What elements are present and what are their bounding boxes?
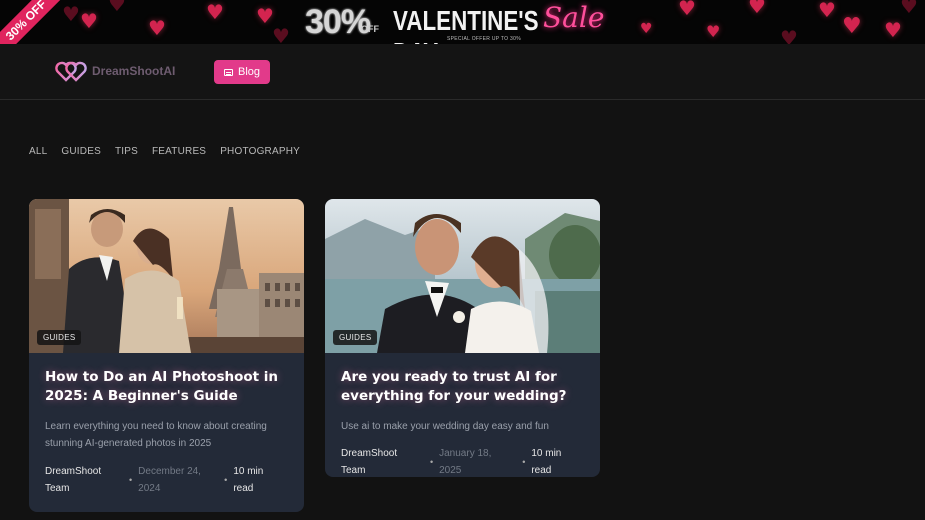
site-header: DreamShootAI Blog: [0, 44, 925, 100]
post-date: December 24, 2024: [138, 466, 201, 494]
post-description: Learn everything you need to know about …: [45, 421, 267, 449]
category-badge: GUIDES: [333, 330, 378, 345]
separator-dot: •: [429, 456, 434, 467]
heart-icon: ♥: [748, 0, 766, 18]
post-description: Use ai to make your wedding day easy and…: [341, 421, 549, 432]
discount-ribbon: 30% OFF: [0, 0, 69, 44]
heart-icon: ♥: [900, 0, 918, 18]
heart-icon: ♥: [256, 4, 274, 28]
promo-percent: 30%: [305, 3, 371, 41]
post-meta: DreamShoot Team • December 24, 2024 • 10…: [45, 463, 288, 497]
promo-sale: Sale: [543, 1, 605, 34]
tab-all[interactable]: ALL: [29, 146, 47, 157]
post-read-time: 10 min read: [531, 448, 562, 476]
post-thumbnail[interactable]: GUIDES: [325, 199, 600, 353]
heart-icon: ♥: [62, 2, 80, 26]
heart-icon: ♥: [640, 21, 653, 37]
heart-icon: ♥: [818, 0, 836, 22]
post-date: January 18, 2025: [439, 448, 492, 476]
heart-icon: ♥: [884, 18, 902, 42]
promo-banner[interactable]: 30% OFF ♥ ♥ ♥ ♥ ♥ ♥ ♥ ♥ ♥ ♥ ♥ ♥ ♥ ♥ ♥ ♥ …: [0, 0, 925, 44]
category-tabs: ALL GUIDES TIPS FEATURES PHOTOGRAPHY: [29, 146, 300, 157]
post-read-time: 10 min read: [233, 466, 264, 494]
logo-text: DreamShootAI: [92, 64, 176, 78]
tab-features[interactable]: FEATURES: [152, 146, 206, 157]
post-thumbnail[interactable]: GUIDES: [29, 199, 304, 353]
tab-photography[interactable]: PHOTOGRAPHY: [220, 146, 300, 157]
blog-button-label: Blog: [237, 66, 261, 78]
heart-icon: ♥: [148, 16, 166, 40]
post-meta: DreamShoot Team • January 18, 2025 • 10 …: [341, 445, 584, 477]
category-badge: GUIDES: [37, 330, 82, 345]
heart-icon: ♥: [108, 0, 126, 16]
separator-dot: •: [224, 474, 228, 485]
heart-icon: ♥: [80, 9, 98, 33]
promo-text: 30% OFF VALENTINE'S DAY Sale SPECIAL OFF…: [305, 1, 615, 44]
newspaper-icon: [223, 68, 233, 76]
blog-post-card[interactable]: GUIDES Are you ready to trust AI for eve…: [325, 199, 600, 477]
heart-icon: ♥: [706, 22, 721, 41]
double-heart-logo-icon: [55, 60, 87, 82]
tab-tips[interactable]: TIPS: [115, 146, 138, 157]
heart-icon: ♥: [272, 24, 290, 44]
post-author: DreamShoot Team: [45, 466, 102, 494]
blog-post-card[interactable]: GUIDES How to Do an AI Photoshoot in 202…: [29, 199, 304, 512]
separator-dot: •: [522, 456, 526, 467]
post-author: DreamShoot Team: [341, 448, 398, 476]
post-title[interactable]: Are you ready to trust AI for everything…: [341, 368, 584, 406]
heart-icon: ♥: [780, 26, 798, 44]
post-title[interactable]: How to Do an AI Photoshoot in 2025: A Be…: [45, 368, 288, 406]
tab-guides[interactable]: GUIDES: [61, 146, 101, 157]
logo[interactable]: DreamShootAI: [55, 60, 175, 82]
separator-dot: •: [129, 474, 133, 485]
blog-button[interactable]: Blog: [214, 60, 270, 84]
promo-subtext: SPECIAL OFFER UP TO 30%: [447, 36, 521, 42]
heart-icon: ♥: [206, 0, 224, 24]
heart-icon: ♥: [842, 14, 862, 39]
promo-off: OFF: [361, 24, 379, 34]
heart-icon: ♥: [678, 0, 696, 20]
